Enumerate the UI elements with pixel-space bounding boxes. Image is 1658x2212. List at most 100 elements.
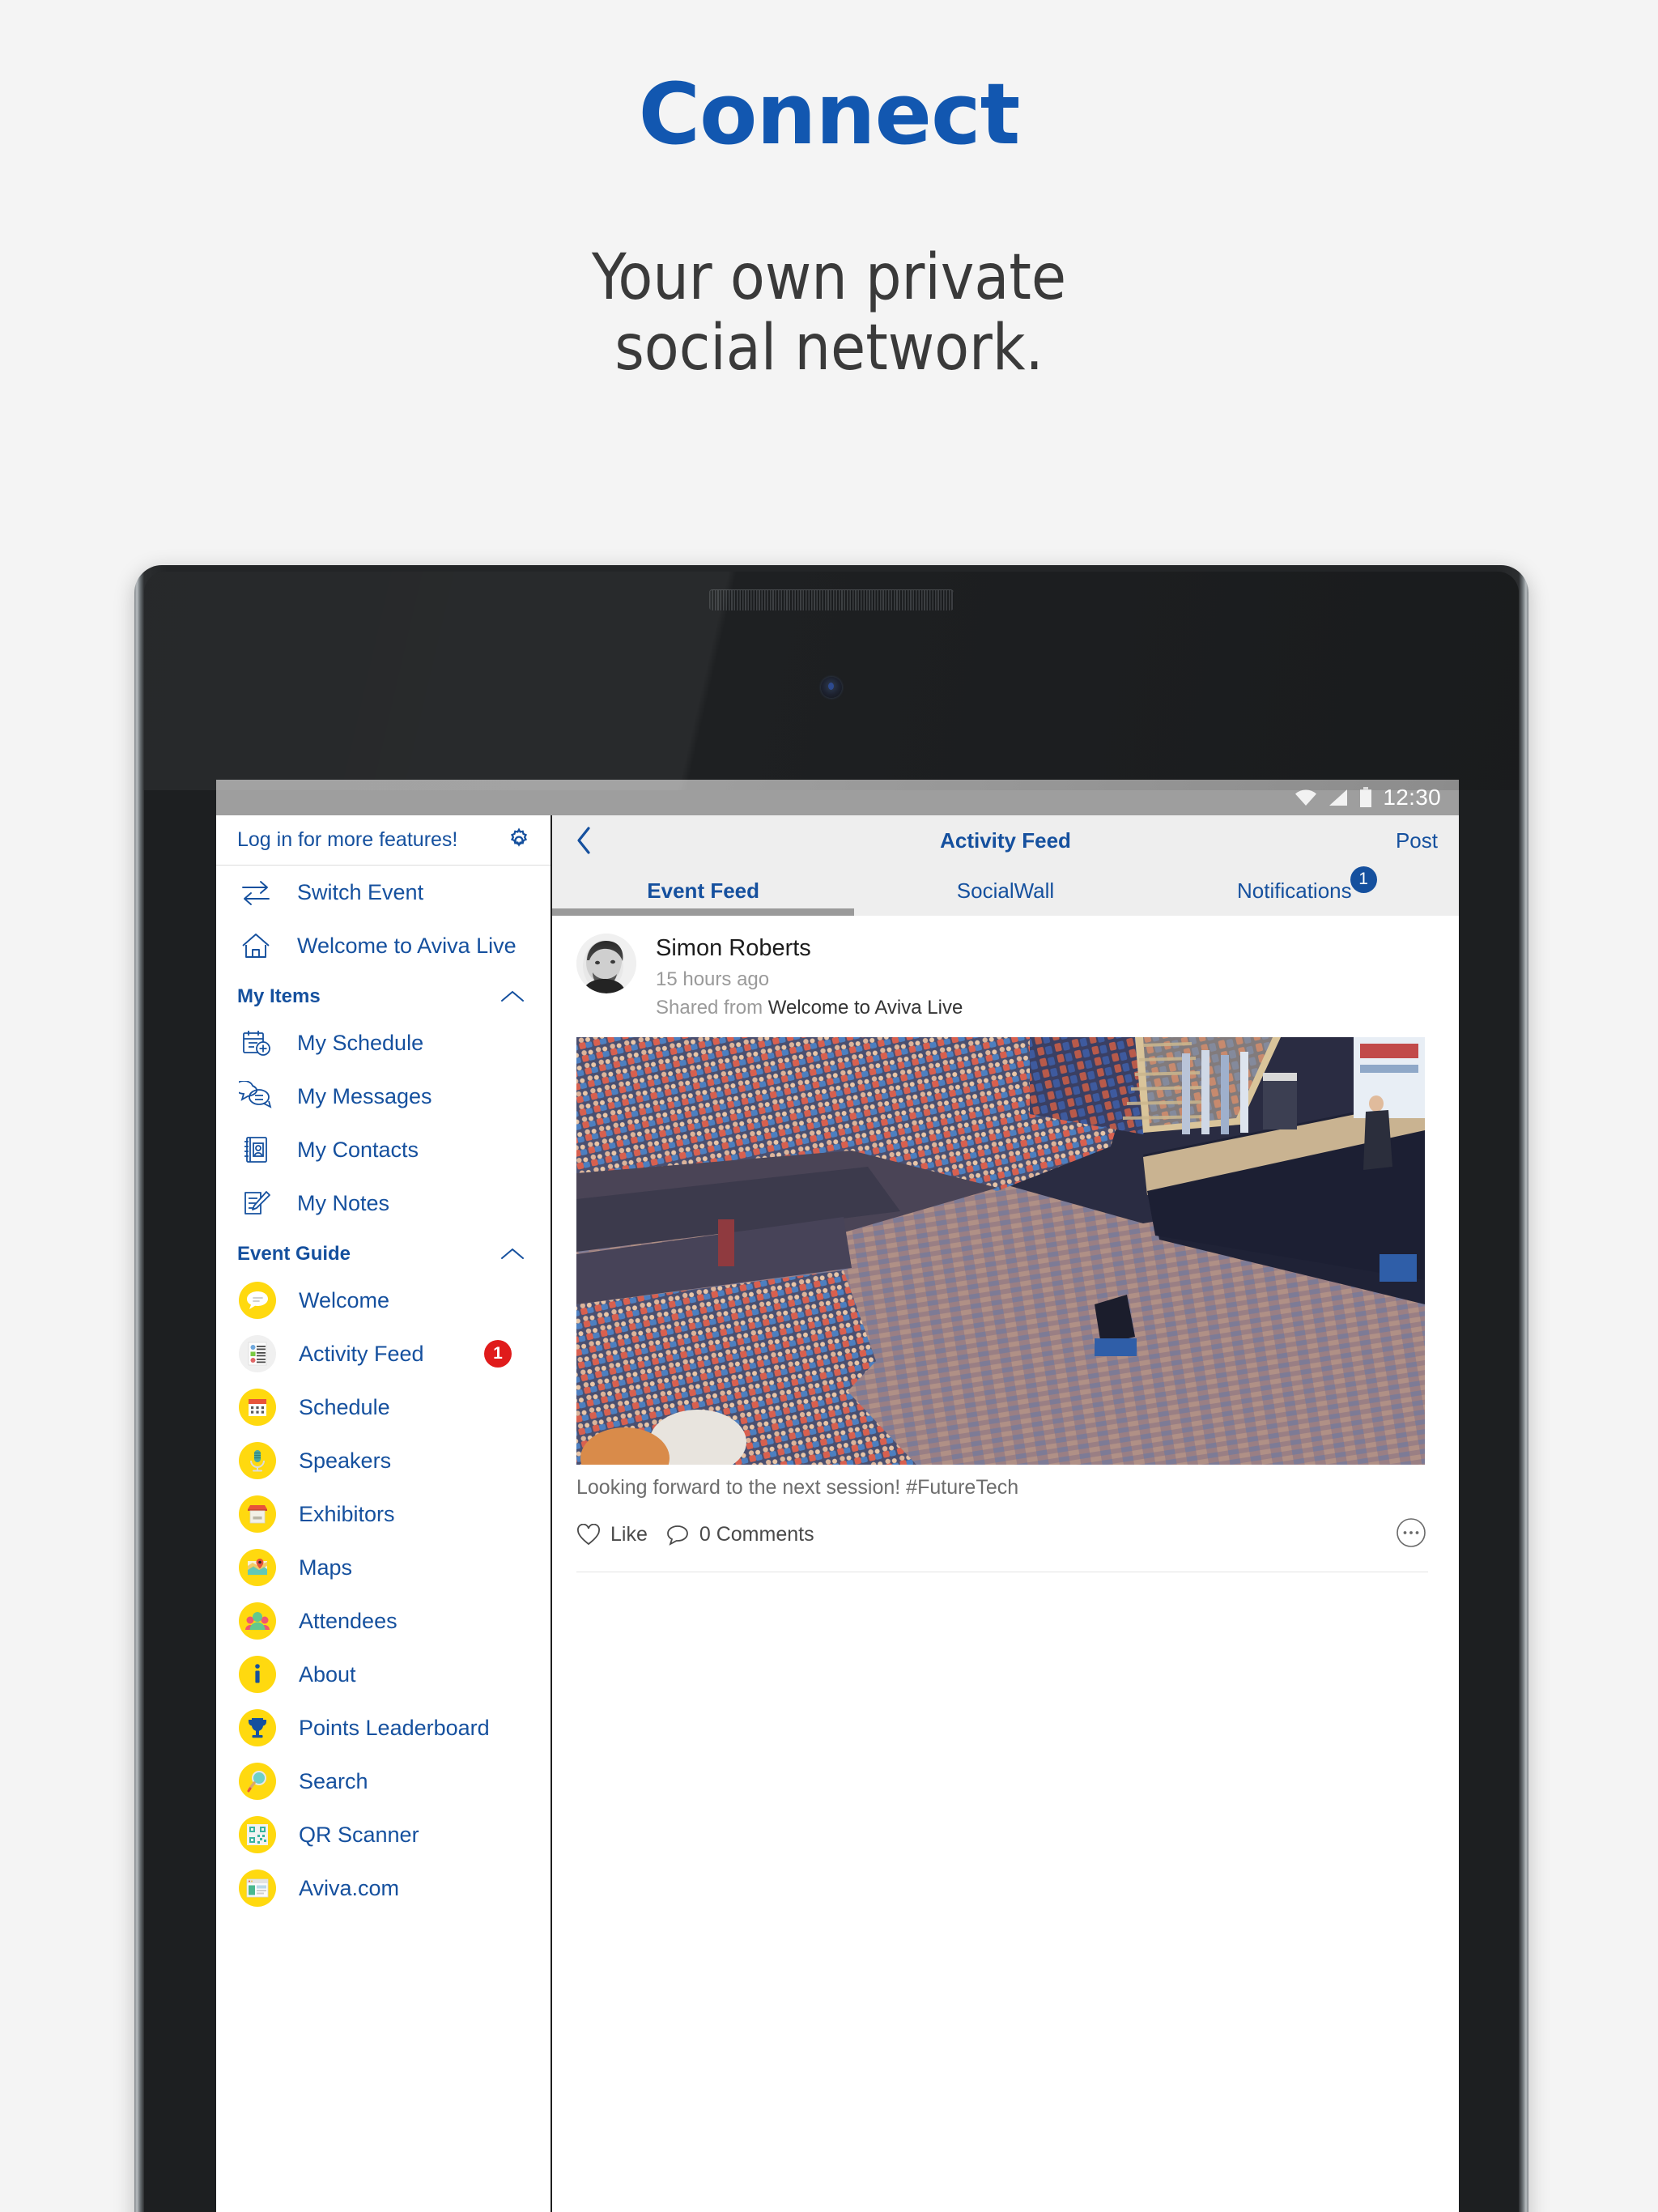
map-pin-icon [239,1549,276,1586]
people-icon [239,1602,276,1640]
section-header-my-items[interactable]: My Items [216,972,551,1016]
device-glass: 12:30 Log in for more features! Switch E… [144,572,1519,2212]
info-icon [239,1656,276,1693]
microphone-icon [239,1442,276,1479]
shared-prefix: Shared from [656,997,768,1019]
sidebar-item-my-schedule[interactable]: My Schedule [216,1016,551,1070]
sidebar-item-label: My Schedule [297,1030,424,1055]
switch-arrows-icon [239,875,273,909]
signal-icon [1329,789,1348,806]
chevron-up-icon[interactable] [499,1246,526,1262]
comments-label: 0 Comments [699,1523,814,1546]
browser-window-icon [239,1870,276,1907]
subtitle-line-2: social network. [614,312,1044,385]
post-caption: Looking forward to the next session! #Fu… [576,1476,1019,1499]
promo-page: Connect Your own private social network. [0,0,1658,2212]
sidebar-item-label: Welcome to Aviva Live [297,933,517,958]
more-dots-icon [1397,1518,1426,1548]
sidebar-item-my-notes[interactable]: My Notes [216,1176,551,1230]
sidebar-item-my-messages[interactable]: My Messages [216,1070,551,1123]
sidebar-item-label: Speakers [299,1448,392,1473]
sidebar-item-label: QR Scanner [299,1822,419,1847]
post-actions: Like 0 Comments [576,1516,1428,1573]
post-image[interactable] [576,1037,1425,1465]
section-header-event-guide[interactable]: Event Guide [216,1230,551,1274]
tab-bar: Event Feed SocialWall Notifications 1 [552,866,1459,916]
tablet-device: 12:30 Log in for more features! Switch E… [134,565,1528,2212]
sidebar-item-label: Welcome [299,1287,390,1312]
speech-bubble-icon [239,1282,276,1319]
heart-outline-icon [577,1523,600,1545]
main-panel: Activity Feed Post Event Feed SocialWall [552,815,1459,2212]
app-topbar: Activity Feed Post [552,815,1459,866]
qr-code-icon [239,1816,276,1853]
sidebar-item-label: Attendees [299,1608,397,1633]
sidebar-item-speakers[interactable]: Speakers [216,1434,551,1487]
gear-icon[interactable] [505,827,533,854]
sidebar-item-qr-scanner[interactable]: QR Scanner [216,1808,551,1861]
post-header: Simon Roberts 15 hours ago Shared from W… [576,934,1428,1019]
activity-feed-list: Simon Roberts 15 hours ago Shared from W… [552,916,1459,2212]
feed-list-icon [239,1335,276,1372]
sidebar-item-label: My Notes [297,1190,390,1215]
sidebar-item-label: Switch Event [297,879,424,904]
trophy-icon [239,1709,276,1746]
sidebar-item-activity-feed[interactable]: Activity Feed 1 [216,1327,551,1380]
login-row[interactable]: Log in for more features! [216,815,551,866]
sidebar-item-welcome-to-aviva-live[interactable]: Welcome to Aviva Live [216,919,551,972]
chevron-up-icon[interactable] [499,989,526,1005]
magnifier-icon [239,1763,276,1800]
post-author: Simon Roberts [656,935,811,961]
post-button[interactable]: Post [1396,828,1438,853]
sidebar-item-switch-event[interactable]: Switch Event [216,866,551,919]
sidebar-item-label: Activity Feed [299,1341,424,1366]
comment-outline-icon [666,1525,688,1546]
calendar-add-icon [239,1026,273,1060]
home-icon [239,929,273,963]
active-tab-indicator [552,908,855,916]
chat-bubbles-icon [239,1079,273,1113]
contact-book-icon [239,1133,273,1167]
section-title: Event Guide [237,1243,351,1265]
tab-label: Notifications [1237,878,1352,903]
chevron-left-icon[interactable] [573,825,594,856]
sidebar-item-label: About [299,1661,356,1687]
status-bar-clock: 12:30 [1383,785,1441,810]
sidebar-item-label: Search [299,1768,368,1793]
shared-source: Welcome to Aviva Live [767,997,963,1019]
avatar[interactable] [576,934,636,993]
app-screen: 12:30 Log in for more features! Switch E… [216,780,1459,2212]
calendar-icon [239,1389,276,1426]
sidebar-item-label: My Messages [297,1083,432,1108]
comments-button[interactable]: 0 Comments [665,1523,814,1546]
feed-post: Simon Roberts 15 hours ago Shared from W… [552,916,1459,1573]
note-pencil-icon [239,1186,273,1220]
sidebar: Log in for more features! Switch Event W… [216,815,552,2212]
sidebar-item-label: Maps [299,1555,353,1580]
front-camera-icon [821,677,842,698]
sidebar-item-exhibitors[interactable]: Exhibitors [216,1487,551,1541]
booth-icon [239,1495,276,1533]
post-more-button[interactable] [1394,1516,1428,1554]
sidebar-item-search[interactable]: Search [216,1755,551,1808]
sidebar-item-about[interactable]: About [216,1648,551,1701]
sidebar-item-maps[interactable]: Maps [216,1541,551,1594]
sidebar-item-welcome[interactable]: Welcome [216,1274,551,1327]
sidebar-item-schedule[interactable]: Schedule [216,1380,551,1434]
sidebar-item-aviva-com[interactable]: Aviva.com [216,1861,551,1915]
main-title: Activity Feed [940,827,1071,853]
tab-socialwall[interactable]: SocialWall [854,866,1156,916]
post-author-block: Simon Roberts 15 hours ago Shared from W… [656,934,963,1019]
wifi-icon [1295,789,1317,806]
sidebar-item-label: Schedule [299,1394,390,1419]
sidebar-item-points-leaderboard[interactable]: Points Leaderboard [216,1701,551,1755]
like-button[interactable]: Like [576,1523,648,1546]
page-title: Connect [638,65,1021,164]
tab-notifications[interactable]: Notifications 1 [1157,866,1459,916]
sidebar-item-attendees[interactable]: Attendees [216,1594,551,1648]
login-label: Log in for more features! [237,828,458,851]
speaker-grille-icon [709,589,954,610]
tab-label: Event Feed [647,878,760,903]
status-badge: 1 [484,1340,512,1368]
sidebar-item-my-contacts[interactable]: My Contacts [216,1123,551,1176]
